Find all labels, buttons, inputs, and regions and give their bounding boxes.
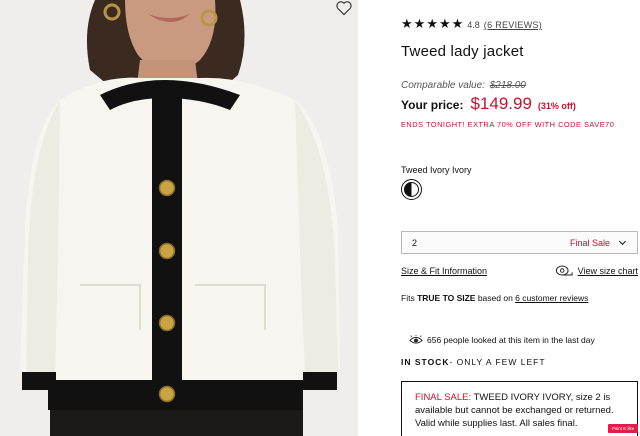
reviews-link[interactable]: (6 REVIEWS) (484, 20, 542, 30)
color-swatch-button[interactable] (401, 179, 422, 200)
chevron-down-icon (618, 240, 627, 246)
your-price-row: Your price: $149.99 (31% off) (401, 94, 576, 114)
stock-bold: IN STOCK (401, 357, 450, 367)
star-icon: ★ (401, 17, 413, 32)
fit-middle: based on (475, 293, 516, 303)
size-chart-link[interactable]: View size chart (578, 266, 638, 276)
star-icon: ★ (438, 17, 451, 32)
comparable-value: Comparable value: $218.00 (401, 80, 526, 91)
rating-row: ★ ★ ★ ★ ★ 4.8 (6 REVIEWS) (401, 18, 542, 32)
size-selected-value: 2 (412, 237, 418, 248)
half-black-white-swatch-icon (404, 182, 419, 197)
size-select[interactable]: 2 Final Sale (401, 231, 638, 254)
heart-icon[interactable] (335, 0, 353, 16)
rating-stars: ★ ★ ★ ★ ★ (401, 18, 463, 32)
final-sale-label: FINAL SALE: (415, 392, 472, 403)
jacket-illustration (0, 0, 358, 436)
product-image[interactable] (0, 0, 358, 436)
product-details-panel: ★ ★ ★ ★ ★ 4.8 (6 REVIEWS) Tweed lady jac… (401, 0, 640, 436)
your-price-label: Your price: (401, 98, 464, 112)
discount-percent: (31% off) (537, 101, 576, 111)
sale-price: $149.99 (470, 94, 532, 113)
fit-bold: TRUE TO SIZE (417, 293, 476, 303)
size-chart-link-wrap[interactable]: View size chart (555, 265, 638, 277)
fit-summary: Fits TRUE TO SIZE based on 6 customer re… (401, 293, 588, 303)
views-text: 656 people looked at this item in the la… (427, 335, 595, 345)
extension-badge[interactable]: Paint E like (608, 424, 638, 433)
comparable-label: Comparable value: (401, 80, 485, 91)
size-links-row: Size & Fit Information View size chart (401, 264, 638, 278)
stock-status: IN STOCK- ONLY A FEW LEFT (401, 357, 546, 367)
eye-icon (409, 335, 423, 344)
final-sale-notice: FINAL SALE: TWEED IVORY IVORY, size 2 is… (401, 381, 638, 436)
final-sale-tag: Final Sale (569, 237, 610, 248)
color-label: Tweed Ivory Ivory (401, 165, 472, 175)
rating-value: 4.8 (467, 20, 480, 30)
fit-prefix: Fits (401, 293, 418, 303)
views-notice: 656 people looked at this item in the la… (409, 335, 595, 345)
measuring-tape-icon (555, 265, 573, 276)
star-icon: ★ (413, 17, 426, 32)
size-fit-link[interactable]: Size & Fit Information (401, 266, 487, 276)
stock-rest: - ONLY A FEW LEFT (449, 357, 546, 367)
star-icon: ★ (451, 17, 464, 32)
comparable-price: $218.00 (489, 80, 526, 91)
fit-reviews-link[interactable]: 6 customer reviews (515, 293, 588, 303)
promo-message: ENDS TONIGHT! EXTRA 70% OFF WITH CODE SA… (401, 120, 615, 129)
product-title: Tweed lady jacket (401, 43, 524, 60)
star-icon: ★ (426, 17, 438, 32)
